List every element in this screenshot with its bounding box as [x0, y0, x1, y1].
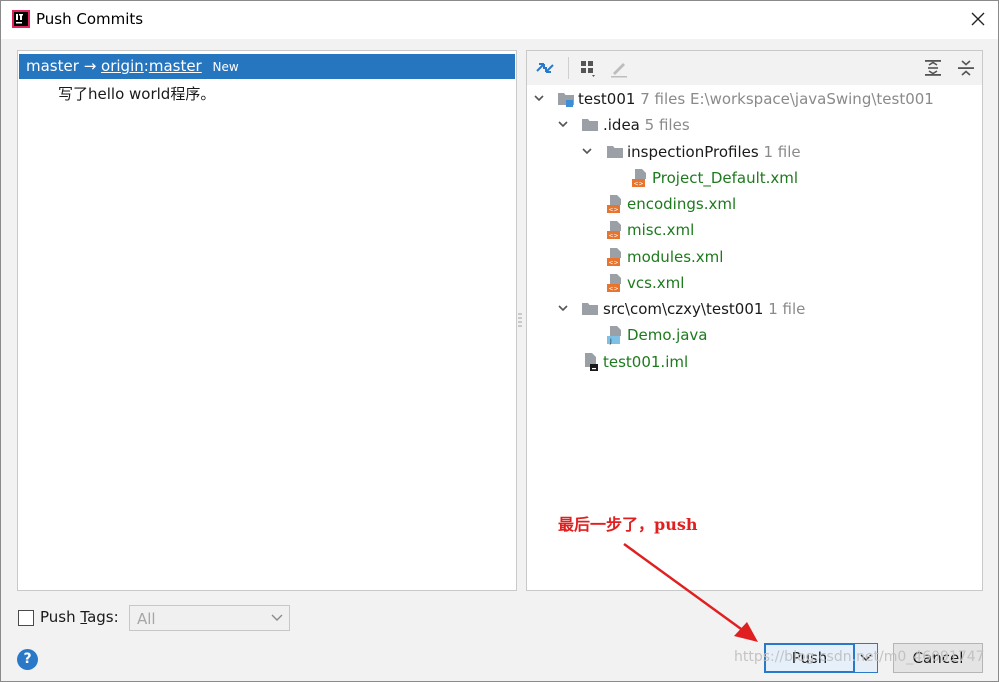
folder-icon: [582, 303, 598, 315]
watermark: https://blog.csdn.net/m0_46091747: [734, 649, 985, 665]
annotation-text: 最后一步了，push: [558, 515, 698, 534]
chevron-down-icon: [271, 614, 283, 621]
xml-file-icon: <>: [607, 195, 621, 214]
splitter-handle[interactable]: [518, 311, 522, 331]
tree-node-label: modules.xml: [627, 248, 724, 266]
window-title: Push Commits: [36, 10, 144, 28]
tree-file-demo[interactable]: J Demo.java: [527, 325, 977, 349]
tree-node-label: test001: [578, 90, 636, 108]
expand-changes-icon[interactable]: [534, 57, 556, 79]
file-count: 5 files: [644, 116, 690, 134]
tree-node-label: Demo.java: [627, 326, 708, 344]
svg-text:<>: <>: [608, 207, 618, 214]
branch-row[interactable]: master → origin:master New: [19, 54, 515, 79]
tree-node-root[interactable]: test001 7 files E:\workspace\javaSwing\t…: [527, 89, 977, 113]
folder-icon: [582, 119, 598, 131]
chevron-down-icon[interactable]: [532, 91, 546, 105]
commits-panel: master → origin:master New 写了hello world…: [17, 50, 517, 591]
tree-node-label: test001.iml: [603, 353, 689, 371]
file-count: 7 files: [640, 90, 686, 108]
annotation-arrow: [623, 542, 758, 642]
close-icon[interactable]: [968, 9, 988, 29]
push-tags-label[interactable]: Push Tags:: [40, 608, 119, 626]
group-by-icon[interactable]: [577, 57, 599, 79]
xml-file-icon: <>: [607, 221, 621, 240]
tree-file-iml[interactable]: test001.iml: [527, 352, 977, 376]
dialog-footer: Push Tags: All ? Push Cancel: [1, 597, 998, 681]
remote-name-link[interactable]: origin: [101, 57, 144, 75]
new-badge: New: [212, 60, 239, 74]
tags-select-value: All: [137, 610, 156, 628]
svg-text:J: J: [609, 338, 612, 345]
file-count: 1 file: [763, 143, 801, 161]
xml-file-icon: <>: [632, 169, 646, 188]
chevron-down-icon[interactable]: [556, 301, 570, 315]
svg-text:<>: <>: [633, 181, 643, 188]
tree-file-misc[interactable]: <> misc.xml: [527, 220, 977, 244]
module-folder-icon: [558, 93, 574, 107]
push-commits-dialog: Push Commits master → origin:master New …: [0, 0, 999, 682]
tree-node-label: misc.xml: [627, 221, 695, 239]
files-toolbar: [527, 51, 982, 85]
tree-file-modules[interactable]: <> modules.xml: [527, 247, 977, 271]
xml-file-icon: <>: [607, 274, 621, 293]
tree-node-label: .idea: [603, 116, 640, 134]
help-button[interactable]: ?: [17, 649, 38, 670]
commit-item[interactable]: 写了hello world程序。: [58, 83, 215, 104]
push-tags-checkbox[interactable]: [18, 610, 34, 626]
tree-node-inspection-profiles[interactable]: inspectionProfiles 1 file: [527, 142, 977, 166]
svg-text:<>: <>: [608, 233, 618, 240]
xml-file-icon: <>: [607, 248, 621, 267]
push-arrow: →: [83, 57, 97, 75]
remote-branch-link[interactable]: master: [149, 57, 202, 75]
tree-node-src[interactable]: src\com\czxy\test001 1 file: [527, 299, 977, 323]
changed-files-panel: test001 7 files E:\workspace\javaSwing\t…: [526, 50, 983, 591]
svg-text:<>: <>: [608, 260, 618, 267]
file-count: 1 file: [768, 300, 806, 318]
chevron-down-icon[interactable]: [556, 117, 570, 131]
tree-file-project-default[interactable]: <> Project_Default.xml: [527, 168, 977, 192]
folder-icon: [607, 146, 623, 158]
java-file-icon: J: [607, 326, 621, 345]
tree-node-label: encodings.xml: [627, 195, 737, 213]
tree-node-label: inspectionProfiles: [627, 143, 759, 161]
tree-node-label: Project_Default.xml: [652, 169, 799, 187]
title-bar: Push Commits: [1, 1, 998, 39]
expand-all-icon[interactable]: [922, 57, 944, 79]
tree-node-idea[interactable]: .idea 5 files: [527, 115, 977, 139]
tags-select[interactable]: All: [129, 605, 290, 631]
local-branch: master: [26, 57, 79, 75]
tree-node-label: src\com\czxy\test001: [603, 300, 764, 318]
edit-icon[interactable]: [608, 57, 630, 79]
tree-file-encodings[interactable]: <> encodings.xml: [527, 194, 977, 218]
svg-text:<>: <>: [608, 286, 618, 293]
toolbar-separator: [568, 57, 569, 79]
chevron-down-icon[interactable]: [580, 144, 594, 158]
intellij-icon: [12, 10, 30, 28]
tree-file-vcs[interactable]: <> vcs.xml: [527, 273, 977, 297]
project-path: E:\workspace\javaSwing\test001: [689, 90, 934, 108]
collapse-all-icon[interactable]: [955, 57, 977, 79]
iml-file-icon: [585, 353, 598, 371]
tree-node-label: vcs.xml: [627, 274, 685, 292]
